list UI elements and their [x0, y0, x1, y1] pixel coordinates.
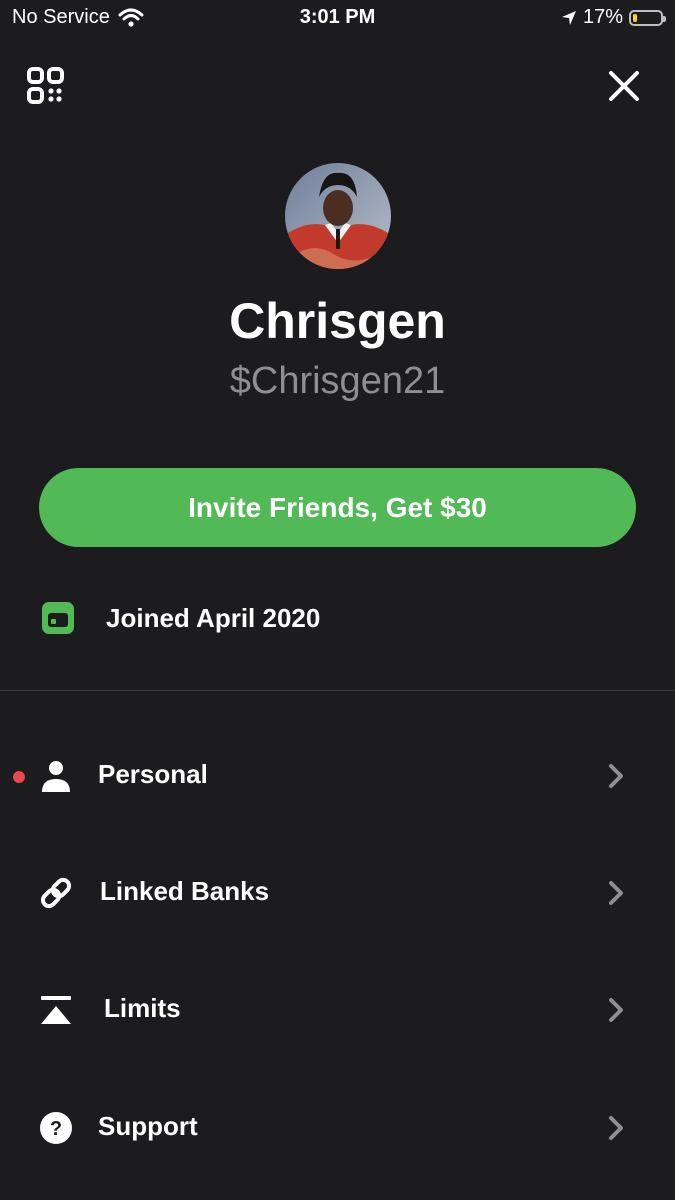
- joined-row: Joined April 2020: [40, 600, 320, 636]
- svg-text:?: ?: [50, 1118, 62, 1140]
- status-right: 17%: [561, 6, 666, 29]
- joined-date: Joined April 2020: [106, 602, 321, 633]
- menu-item-limits[interactable]: Limits: [0, 960, 675, 1060]
- avatar[interactable]: [285, 163, 391, 269]
- display-name: Chrisgen: [229, 293, 446, 349]
- person-icon: [42, 761, 70, 792]
- divider: [0, 690, 675, 691]
- battery-fill: [633, 13, 637, 22]
- location-arrow-icon: [561, 10, 576, 25]
- status-bar: No Service 3:01 PM 17%: [0, 0, 675, 36]
- notification-dot: [13, 771, 25, 783]
- cashtag: $Chrisgen21: [229, 360, 446, 402]
- profile-photo: [285, 163, 391, 269]
- calendar-icon: [42, 602, 74, 634]
- link-icon: [40, 877, 72, 909]
- menu-item-label: Limits: [104, 993, 181, 1023]
- chevron-right-icon: [609, 1116, 623, 1140]
- question-icon: ?: [40, 1112, 72, 1144]
- qr-code-icon: [27, 67, 64, 104]
- qr-code-button[interactable]: [26, 66, 66, 106]
- chevron-right-icon: [609, 764, 623, 788]
- menu-item-label: Linked Banks: [100, 876, 270, 906]
- menu-item-label: Personal: [98, 759, 208, 789]
- menu-item-linked-banks[interactable]: Linked Banks: [0, 843, 675, 943]
- limits-icon: [41, 996, 71, 1024]
- menu-item-personal[interactable]: Personal: [0, 726, 675, 826]
- menu-item-support[interactable]: ? Support: [0, 1078, 675, 1178]
- menu-item-label: Support: [98, 1111, 198, 1141]
- close-icon: [609, 71, 639, 101]
- close-button[interactable]: [604, 66, 644, 106]
- battery-icon: [629, 9, 666, 26]
- chevron-right-icon: [609, 998, 623, 1022]
- invite-friends-button[interactable]: Invite Friends, Get $30: [39, 468, 636, 547]
- chevron-right-icon: [609, 881, 623, 905]
- battery-percent: 17%: [582, 6, 623, 28]
